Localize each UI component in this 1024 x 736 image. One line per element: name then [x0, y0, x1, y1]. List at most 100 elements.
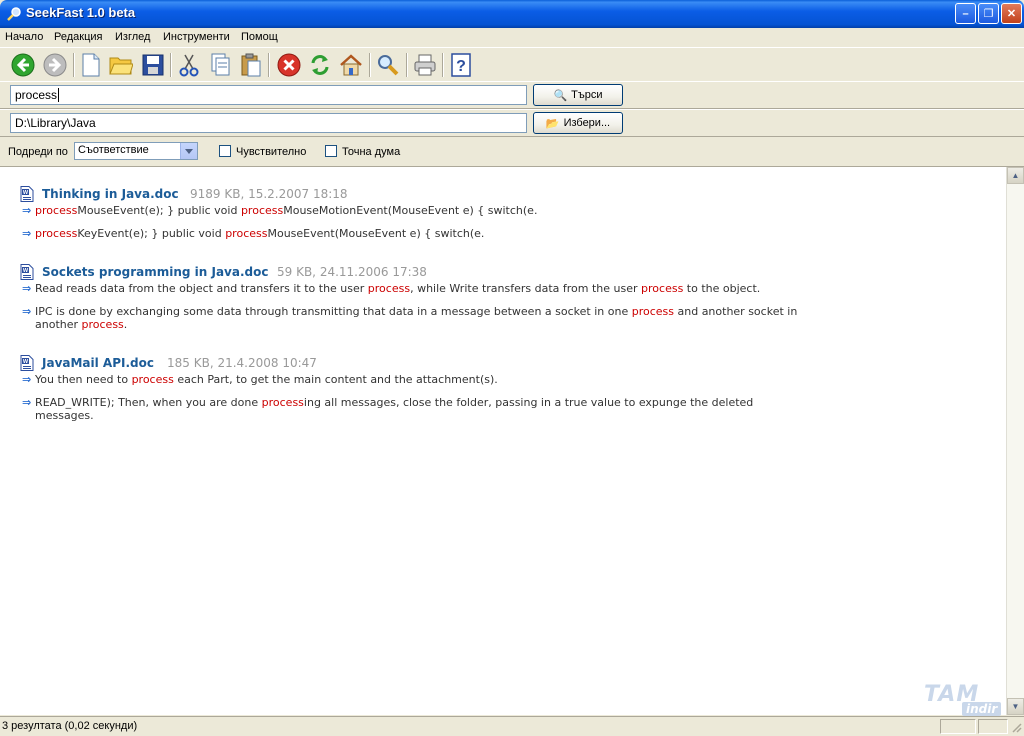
minimize-button[interactable]: – [955, 3, 976, 24]
help-button[interactable]: ? [448, 52, 474, 78]
chevron-down-icon[interactable] [180, 143, 197, 159]
snippet-text: KeyEvent(e); } public void [77, 227, 226, 240]
path-row: D:\Library\Java 📂 Избери... [0, 109, 1024, 137]
back-icon [11, 53, 35, 77]
highlighted-term: process [641, 282, 684, 295]
folder-icon: 📂 [545, 117, 560, 130]
browse-button-label: Избери... [563, 117, 611, 129]
stop-button[interactable] [276, 52, 302, 78]
snippet-text: to the object. [683, 282, 761, 295]
whole-word-checkbox[interactable] [325, 145, 337, 157]
back-button[interactable] [10, 52, 36, 78]
result-filename-link[interactable]: JavaMail API.doc [42, 356, 154, 370]
cut-button[interactable] [176, 52, 202, 78]
menu-edit[interactable]: Редакция [54, 29, 102, 45]
highlighted-term: process [631, 305, 674, 318]
status-panel-1 [940, 719, 976, 734]
new-document-icon [82, 53, 100, 77]
menu-help[interactable]: Помощ [241, 29, 278, 45]
search-button[interactable]: 🔍 Търси [533, 84, 623, 106]
snippet-text: , while Write transfers data from the us… [410, 282, 642, 295]
results-pane[interactable]: W Thinking in Java.doc 9189 KB, 15.2.2007 … [0, 166, 1024, 715]
result-meta: 59 KB, 24.11.2006 17:38 [277, 265, 427, 279]
result-item[interactable]: W Sockets programming in Java.doc 59 KB, 2… [20, 263, 810, 331]
path-input-value: D:\Library\Java [15, 116, 96, 130]
arrow-right-icon: ⇒ [22, 282, 36, 295]
svg-text:?: ? [456, 58, 466, 75]
maximize-button[interactable]: ❐ [978, 3, 999, 24]
result-snippet[interactable]: ⇒ READ_WRITE); Then, when you are done p… [20, 396, 810, 422]
whole-word-label: Точна дума [342, 146, 401, 158]
arrow-right-icon: ⇒ [22, 204, 36, 217]
new-button[interactable] [78, 52, 104, 78]
paste-icon [241, 53, 261, 77]
word-document-icon: W [20, 355, 34, 371]
search-row: process 🔍 Търси [0, 81, 1024, 109]
find-button[interactable] [375, 52, 401, 78]
copy-icon [211, 53, 230, 76]
scroll-down-icon: ▼ [1011, 702, 1020, 711]
result-snippet[interactable]: ⇒ processMouseEvent(e); } public void pr… [20, 204, 810, 217]
resize-grip-icon[interactable] [1010, 721, 1022, 733]
result-header: W JavaMail API.doc 185 KB, 21.4.2008 10:47 [20, 354, 810, 372]
snippet-text: You then need to [35, 373, 132, 386]
browse-button[interactable]: 📂 Избери... [533, 112, 623, 134]
sort-label: Подреди по [8, 146, 68, 158]
result-meta: 9189 KB, 15.2.2007 18:18 [190, 187, 348, 201]
scroll-up-button[interactable]: ▲ [1007, 167, 1024, 184]
forward-button[interactable] [42, 52, 68, 78]
result-snippet[interactable]: ⇒ IPC is done by exchanging some data th… [20, 305, 810, 331]
print-icon [414, 54, 436, 76]
arrow-right-icon: ⇒ [22, 305, 36, 318]
result-snippet[interactable]: ⇒ You then need to process each Part, to… [20, 373, 810, 386]
search-icon [378, 55, 399, 76]
result-snippet[interactable]: ⇒ processKeyEvent(e); } public void proc… [20, 227, 810, 240]
word-document-icon: W [20, 186, 34, 202]
result-meta: 185 KB, 21.4.2008 10:47 [167, 356, 317, 370]
highlighted-term: process [131, 373, 174, 386]
home-icon [340, 54, 362, 76]
refresh-button[interactable] [307, 52, 333, 78]
result-filename-link[interactable]: Thinking in Java.doc [42, 187, 179, 201]
word-document-icon: W [20, 264, 34, 280]
result-snippet[interactable]: ⇒ Read reads data from the object and tr… [20, 282, 810, 295]
save-button[interactable] [140, 52, 166, 78]
home-button[interactable] [338, 52, 364, 78]
scroll-down-button[interactable]: ▼ [1007, 698, 1024, 715]
case-sensitive-checkbox[interactable] [219, 145, 231, 157]
path-input[interactable]: D:\Library\Java [10, 113, 527, 133]
cut-icon [179, 54, 199, 77]
print-button[interactable] [412, 52, 438, 78]
snippet-text: READ_WRITE); Then, when you are done [35, 396, 262, 409]
menu-start[interactable]: Начало [5, 29, 43, 45]
watermark-line2: indir [962, 702, 1002, 716]
menu-tools[interactable]: Инструменти [163, 29, 230, 45]
result-filename-link[interactable]: Sockets programming in Java.doc [42, 265, 268, 279]
paste-button[interactable] [238, 52, 264, 78]
case-sensitive-label: Чувствително [236, 146, 307, 158]
vertical-scrollbar[interactable]: ▲ ▼ [1006, 167, 1024, 715]
sort-select[interactable]: Съответствие [74, 142, 198, 160]
highlighted-term: process [225, 227, 268, 240]
snippet-text: Read reads data from the object and tran… [35, 282, 368, 295]
copy-button[interactable] [207, 52, 233, 78]
search-input[interactable]: process [10, 85, 527, 105]
search-button-icon: 🔍 [553, 89, 568, 102]
search-input-value: process [15, 88, 58, 102]
minimize-icon: – [962, 7, 969, 20]
highlighted-term: process [261, 396, 304, 409]
highlighted-term: process [81, 318, 124, 331]
result-header: W Thinking in Java.doc 9189 KB, 15.2.2007 … [20, 185, 810, 203]
snippet-text: MouseEvent(MouseEvent e) { switch(e. [267, 227, 485, 240]
title-bar[interactable]: SeekFast 1.0 beta – ❐ ✕ [0, 0, 1024, 28]
result-item[interactable]: W JavaMail API.doc 185 KB, 21.4.2008 10:47… [20, 354, 810, 422]
window-title: SeekFast 1.0 beta [26, 5, 136, 20]
open-button[interactable] [108, 52, 134, 78]
close-button[interactable]: ✕ [1001, 3, 1022, 24]
menu-view[interactable]: Изглед [115, 29, 150, 45]
close-icon: ✕ [1006, 8, 1017, 20]
result-item[interactable]: W Thinking in Java.doc 9189 KB, 15.2.2007 … [20, 185, 810, 240]
snippet-text: . [123, 318, 128, 331]
arrow-right-icon: ⇒ [22, 227, 36, 240]
svg-text:W: W [23, 268, 29, 274]
